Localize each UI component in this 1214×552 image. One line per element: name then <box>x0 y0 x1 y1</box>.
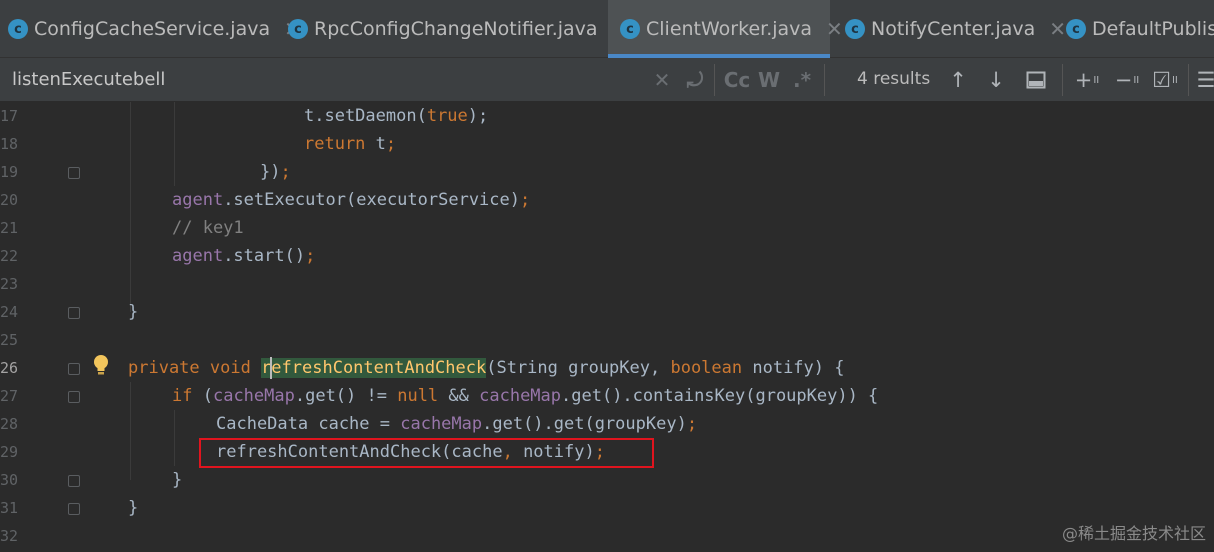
highlight-annotation-box <box>199 438 654 468</box>
line-number: 23 <box>0 275 19 293</box>
search-results-count: 4 results <box>857 69 931 89</box>
indent-guide <box>174 102 175 186</box>
code-line-19: }); <box>260 162 291 182</box>
indent-guide <box>130 102 131 312</box>
watermark: @稀土掘金技术社区 <box>1061 524 1206 543</box>
line-number: 28 <box>0 415 19 433</box>
remove-occurrence-icon[interactable]: − II <box>1112 66 1142 94</box>
next-occurrence-icon[interactable]: ↓ <box>984 66 1008 94</box>
search-input[interactable]: listenExecutebell <box>12 69 165 90</box>
line-number: 21 <box>0 219 19 237</box>
divider <box>1062 64 1063 96</box>
tab-rpc-config-change-notifier[interactable]: c RpcConfigChangeNotifier.java ✕ <box>288 0 628 58</box>
tab-default-publish[interactable]: c DefaultPublish <box>1066 0 1214 58</box>
line-number: 17 <box>0 107 19 125</box>
line-number: 31 <box>0 499 19 517</box>
text-caret <box>270 357 272 379</box>
class-icon: c <box>845 19 865 39</box>
code-line-24: } <box>128 302 139 322</box>
regex-button[interactable]: .* <box>788 66 816 94</box>
select-all-occurrences-icon[interactable]: ☑ II <box>1150 66 1180 94</box>
find-bar: listenExecutebell ✕ ⤾ Cc W .* 4 results … <box>0 58 1214 102</box>
close-icon[interactable]: ✕ <box>1049 17 1066 41</box>
line-number: 20 <box>0 191 19 209</box>
close-icon[interactable]: ✕ <box>826 17 843 41</box>
line-number: 24 <box>0 303 19 321</box>
tab-label: RpcConfigChangeNotifier.java <box>314 18 598 40</box>
tab-label: NotifyCenter.java <box>871 18 1036 40</box>
tab-config-cache-service[interactable]: c ConfigCacheService.java ✕ <box>8 0 301 58</box>
tab-label: ConfigCacheService.java <box>34 18 271 40</box>
class-icon: c <box>1066 19 1086 39</box>
code-line-21-comment: // key1 <box>172 218 244 238</box>
new-line-icon[interactable]: ⤾ <box>682 66 708 94</box>
class-icon: c <box>620 19 640 39</box>
fold-marker-icon[interactable] <box>68 363 80 375</box>
divider <box>824 64 825 96</box>
indent-guide <box>174 410 175 466</box>
code-line-18: return t; <box>304 134 397 154</box>
line-number: 25 <box>0 331 19 349</box>
indent-guide <box>130 382 131 480</box>
previous-occurrence-icon[interactable]: ↑ <box>946 66 970 94</box>
line-number: 32 <box>0 527 19 545</box>
line-number-current: 26 <box>0 359 19 377</box>
code-line-20: agent.setExecutor(executorService); <box>172 190 531 210</box>
tab-label: DefaultPublish <box>1092 18 1214 40</box>
code-line-31: } <box>128 498 139 518</box>
fold-marker-icon[interactable] <box>68 503 80 515</box>
match-case-button[interactable]: Cc <box>722 66 752 94</box>
whole-words-button[interactable]: W <box>756 66 782 94</box>
tab-notify-center[interactable]: c NotifyCenter.java ✕ <box>845 0 1066 58</box>
fold-marker-icon[interactable] <box>68 391 80 403</box>
line-number: 19 <box>0 163 19 181</box>
clear-search-icon[interactable]: ✕ <box>650 66 674 94</box>
code-line-26: private void refreshContentAndCheck(Stri… <box>128 358 845 378</box>
add-occurrence-icon[interactable]: + II <box>1072 66 1102 94</box>
code-line-28: CacheData cache = cacheMap.get().get(gro… <box>216 414 698 434</box>
class-icon: c <box>288 19 308 39</box>
code-line-30: } <box>172 470 183 490</box>
line-number: 29 <box>0 443 19 461</box>
code-line-17: t.setDaemon(true); <box>304 106 489 126</box>
tab-label: ClientWorker.java <box>646 18 813 40</box>
line-number: 30 <box>0 471 19 489</box>
divider <box>1188 64 1189 96</box>
tab-client-worker[interactable]: c ClientWorker.java ✕ <box>608 0 843 58</box>
editor-tab-bar: c ConfigCacheService.java ✕ c RpcConfigC… <box>0 0 1214 58</box>
code-line-27: if (cacheMap.get() != null && cacheMap.g… <box>172 386 879 406</box>
divider <box>714 64 715 96</box>
code-editor[interactable]: 17 18 19 20 21 22 23 24 25 26 27 28 29 3… <box>0 102 1214 552</box>
lightbulb-icon[interactable] <box>92 354 110 376</box>
fold-marker-icon[interactable] <box>68 307 80 319</box>
open-in-window-icon[interactable] <box>1024 66 1048 94</box>
fold-marker-icon[interactable] <box>68 475 80 487</box>
menu-icon[interactable]: ☰ <box>1196 66 1214 94</box>
code-line-22: agent.start(); <box>172 246 316 266</box>
line-number: 27 <box>0 387 19 405</box>
line-number: 22 <box>0 247 19 265</box>
class-icon: c <box>8 19 28 39</box>
line-number: 18 <box>0 135 19 153</box>
fold-marker-icon[interactable] <box>68 167 80 179</box>
